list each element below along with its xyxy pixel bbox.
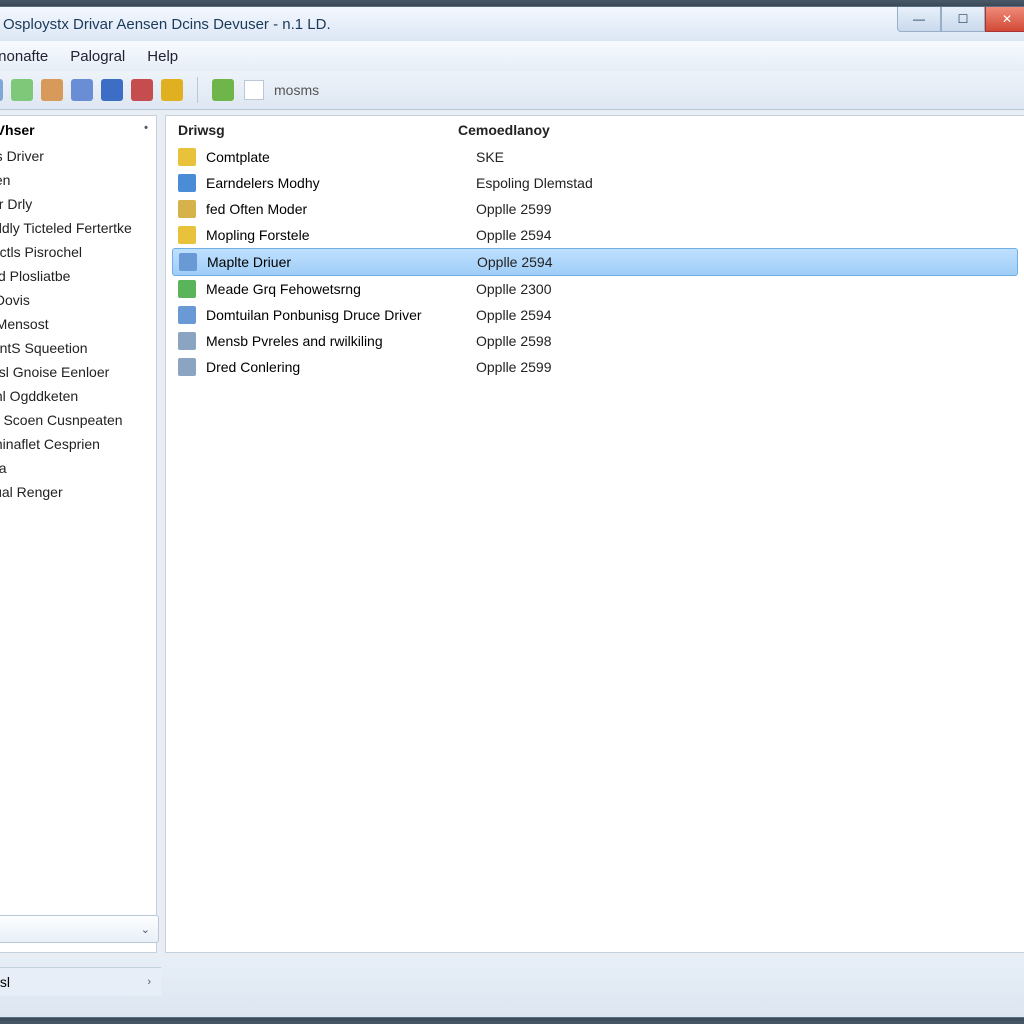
row-value: Espoling Dlemstad (476, 175, 1012, 191)
cut-icon[interactable] (71, 79, 93, 101)
sidebar-item[interactable]: inta (0, 456, 148, 480)
play-icon[interactable] (212, 79, 234, 101)
collapse-icon[interactable]: • (144, 122, 148, 138)
minimize-icon: — (913, 12, 925, 26)
row-name: Meade Grq Fehowetsrng (206, 281, 476, 297)
card-icon (178, 332, 196, 350)
chevron-right-icon: › (147, 976, 151, 988)
row-name: Mopling Forstele (206, 227, 476, 243)
row-value: Opplle 2594 (477, 254, 1011, 270)
sidebar-item[interactable]: aactls Pisrochel (0, 240, 148, 264)
sidebar-item[interactable]: s Dovis (0, 288, 148, 312)
refresh-icon[interactable] (11, 79, 33, 101)
chevron-down-icon: ⌄ (141, 923, 150, 936)
device-icon (178, 174, 196, 192)
bottom-bar: amentsl › (0, 957, 1024, 1017)
menu-item[interactable]: Cnnonafte (0, 48, 48, 65)
table-row[interactable]: ComtplateSKE (166, 144, 1024, 170)
app-icon[interactable] (161, 79, 183, 101)
stop-icon[interactable] (131, 79, 153, 101)
left-panel-list: fas Driverleensar Drlyal ldly Ticteled F… (0, 144, 156, 952)
left-panel: e Vhser • fas Driverleensar Drlyal ldly … (0, 115, 157, 953)
table-row[interactable]: Meade Grq FehowetsrngOpplle 2300 (166, 276, 1024, 302)
menu-item[interactable]: Help (147, 48, 178, 65)
minimize-button[interactable]: — (897, 7, 941, 32)
dropdown-field[interactable]: ⌄ (0, 915, 159, 943)
row-value: SKE (476, 149, 1012, 165)
bottom-panel-toggle[interactable]: amentsl › (0, 967, 161, 996)
row-value: Opplle 2599 (476, 359, 1012, 375)
left-panel-title: e Vhser (0, 122, 35, 138)
clipboard-icon[interactable] (41, 79, 63, 101)
row-name: fed Often Moder (206, 201, 476, 217)
sidebar-item[interactable]: atisl Gnoise Eenloer (0, 360, 148, 384)
sidebar-item[interactable]: leen (0, 168, 148, 192)
sidebar-item[interactable]: al ldly Ticteled Fertertke (0, 216, 148, 240)
app-window: Osploystx Drivar Aensen Dcins Devuser - … (0, 6, 1024, 1018)
table-row[interactable]: Domtuilan Ponbunisg Druce DriverOpplle 2… (166, 302, 1024, 328)
sidebar-item[interactable]: ajid Plosliatbe (0, 264, 148, 288)
sidebar-item[interactable]: fas Driver (0, 144, 148, 168)
sidebar-item[interactable]: Dual Renger (0, 480, 148, 504)
table-row[interactable]: Mensb Pvreles and rwilkilingOpplle 2598 (166, 328, 1024, 354)
row-value: Opplle 2300 (476, 281, 1012, 297)
doc-icon (178, 358, 196, 376)
menu-bar: Cnnonafte Palogral Help (0, 41, 1024, 71)
checkbox-icon[interactable] (244, 80, 264, 100)
row-list: ComtplateSKEEarndelers ModhyEspoling Dle… (166, 144, 1024, 380)
driver-icon (179, 253, 197, 271)
row-name: Dred Conlering (206, 359, 476, 375)
column-header-1[interactable]: Driwsg (178, 122, 458, 138)
maximize-button[interactable]: ☐ (941, 7, 985, 32)
row-value: Opplle 2599 (476, 201, 1012, 217)
sidebar-item[interactable]: e Mensost (0, 312, 148, 336)
menu-item[interactable]: Palogral (70, 48, 125, 65)
toolbar-field-label: mosms (274, 82, 319, 98)
chip-icon (178, 200, 196, 218)
window-title: Osploystx Drivar Aensen Dcins Devuser - … (3, 16, 331, 33)
table-row[interactable]: Dred ConleringOpplle 2599 (166, 354, 1024, 380)
close-icon: ✕ (1002, 12, 1012, 26)
doc-icon[interactable] (0, 79, 3, 101)
column-headers[interactable]: Driwsg Cemoedlanoy (166, 116, 1024, 144)
close-button[interactable]: ✕ (985, 7, 1024, 32)
globe-icon[interactable] (101, 79, 123, 101)
toolbar: mosms (0, 71, 1024, 110)
row-value: Opplle 2594 (476, 307, 1012, 323)
gear-icon (178, 226, 196, 244)
table-row[interactable]: Maplte DriuerOpplle 2594 (172, 248, 1018, 276)
table-row[interactable]: Mopling ForsteleOpplle 2594 (166, 222, 1024, 248)
table-row[interactable]: fed Often ModerOpplle 2599 (166, 196, 1024, 222)
monitor-icon (178, 306, 196, 324)
sidebar-item[interactable]: nentS Squeetion (0, 336, 148, 360)
window-controls: — ☐ ✕ (897, 7, 1024, 33)
table-row[interactable]: Earndelers ModhyEspoling Dlemstad (166, 170, 1024, 196)
bottom-panel-label: amentsl (0, 974, 10, 990)
toolbar-separator (197, 77, 198, 103)
row-name: Maplte Driuer (207, 254, 477, 270)
row-name: Domtuilan Ponbunisg Druce Driver (206, 307, 476, 323)
row-name: Mensb Pvreles and rwilkiling (206, 333, 476, 349)
right-panel: Driwsg Cemoedlanoy ComtplateSKEEarndeler… (165, 115, 1024, 953)
row-value: Opplle 2594 (476, 227, 1012, 243)
column-header-2[interactable]: Cemoedlanoy (458, 122, 1012, 138)
sidebar-item[interactable]: an Scoen Cusnpeaten (0, 408, 148, 432)
app-icon (178, 280, 196, 298)
star-icon (178, 148, 196, 166)
title-bar[interactable]: Osploystx Drivar Aensen Dcins Devuser - … (0, 7, 1024, 41)
client-area: e Vhser • fas Driverleensar Drlyal ldly … (0, 111, 1024, 957)
row-name: Comtplate (206, 149, 476, 165)
row-name: Earndelers Modhy (206, 175, 476, 191)
left-panel-header[interactable]: e Vhser • (0, 116, 156, 144)
sidebar-item[interactable]: olninaflet Cesprien (0, 432, 148, 456)
sidebar-item[interactable]: lenl Ogddketen (0, 384, 148, 408)
maximize-icon: ☐ (958, 12, 969, 26)
row-value: Opplle 2598 (476, 333, 1012, 349)
sidebar-item[interactable]: sar Drly (0, 192, 148, 216)
